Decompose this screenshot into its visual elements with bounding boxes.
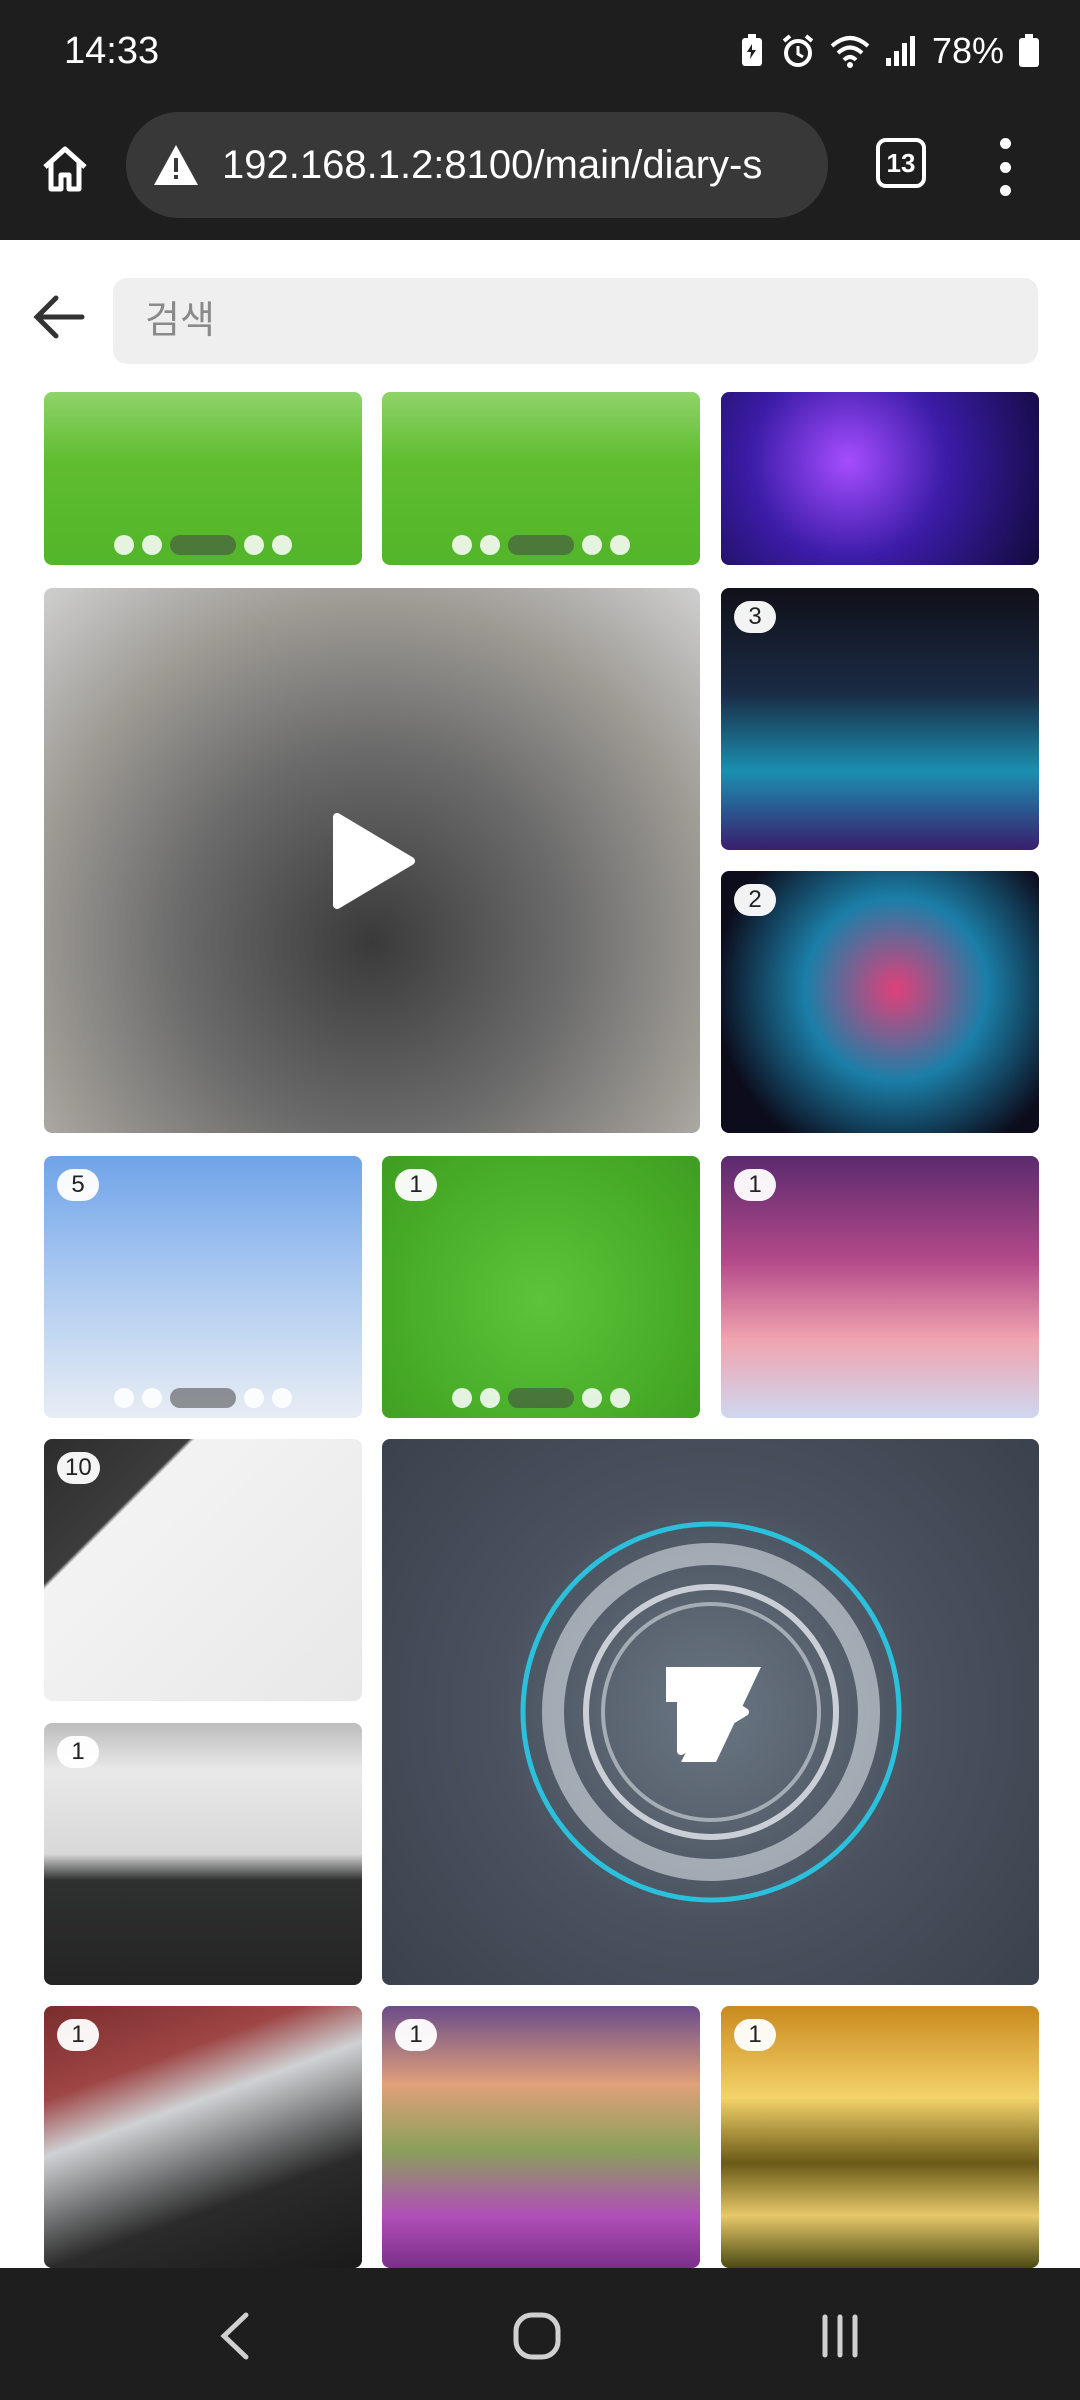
game-toolbar [452, 1388, 630, 1408]
count-badge: 1 [57, 1736, 99, 1768]
media-tile[interactable]: 1 [44, 2006, 362, 2268]
browser-toolbar: 192.168.1.2:8100/main/diary-s 13 [0, 108, 1080, 240]
arrow-left-icon [33, 295, 85, 339]
nav-back-button[interactable] [196, 2304, 276, 2368]
count-badge: 3 [734, 601, 776, 633]
page-header [0, 240, 1080, 388]
count-badge: 10 [57, 1452, 100, 1484]
count-badge: 1 [734, 1169, 776, 1201]
media-tile[interactable]: 2 [721, 871, 1039, 1133]
battery-icon [1018, 34, 1040, 68]
back-button[interactable] [30, 288, 88, 346]
wifi-icon [830, 34, 870, 68]
browser-home-button[interactable] [30, 134, 100, 204]
signal-icon [884, 34, 918, 68]
media-tile[interactable]: 10 [44, 1439, 362, 1701]
media-tile[interactable]: 1 [721, 2006, 1039, 2268]
play-icon [333, 812, 415, 909]
menu-dot [999, 185, 1011, 196]
battery-percent: 78% [931, 30, 1004, 71]
status-bar: 14:33 78% [0, 0, 1080, 108]
media-tile[interactable]: 1 [382, 1156, 700, 1418]
game-toolbar [114, 535, 292, 555]
game-toolbar [452, 535, 630, 555]
nav-home-button[interactable] [497, 2304, 577, 2368]
count-badge: 2 [734, 884, 776, 916]
count-badge: 1 [395, 2019, 437, 2051]
tab-switcher-button[interactable]: 13 [876, 138, 926, 188]
media-tile[interactable] [382, 392, 700, 565]
media-tile[interactable]: 1 [44, 1723, 362, 1985]
media-tile[interactable]: 1 [382, 2006, 700, 2268]
search-input[interactable] [113, 278, 1038, 364]
nav-recents-button[interactable] [800, 2304, 880, 2368]
count-badge: 1 [734, 2019, 776, 2051]
chevron-left-icon [220, 2312, 249, 2360]
media-tile[interactable] [44, 392, 362, 565]
count-badge: 1 [57, 2019, 99, 2051]
media-tile-video[interactable] [382, 1439, 1039, 1985]
media-tile[interactable]: 3 [721, 588, 1039, 850]
status-icons: 78% [738, 30, 1040, 72]
home-circle-icon [513, 2312, 561, 2360]
warning-icon [154, 145, 198, 185]
menu-dot [999, 161, 1011, 173]
play-icon [676, 1669, 749, 1755]
recent-apps-icon [822, 2314, 858, 2358]
media-tile-video[interactable] [44, 588, 700, 1133]
count-badge: 1 [395, 1169, 437, 1201]
battery-saver-icon [738, 34, 766, 68]
media-tile[interactable]: 5 [44, 1156, 362, 1418]
url-text: 192.168.1.2:8100/main/diary-s [222, 142, 763, 187]
media-tile[interactable] [721, 392, 1039, 565]
count-badge: 5 [57, 1169, 99, 1201]
alarm-icon [780, 33, 816, 69]
system-nav-bar [0, 2268, 1080, 2400]
home-icon [43, 146, 87, 192]
status-time: 14:33 [64, 30, 160, 72]
media-tile[interactable]: 1 [721, 1156, 1039, 1418]
browser-menu-button[interactable] [985, 132, 1025, 202]
game-toolbar [114, 1388, 292, 1408]
address-bar[interactable]: 192.168.1.2:8100/main/diary-s [126, 112, 828, 218]
menu-dot [999, 138, 1011, 149]
media-grid: 3 2 5 1 1 10 1 1 1 1 [0, 388, 1080, 2268]
